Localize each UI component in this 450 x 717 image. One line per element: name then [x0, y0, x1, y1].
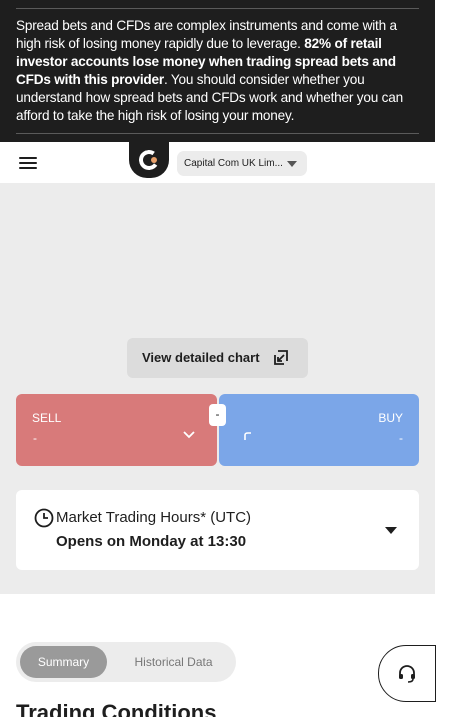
tab-historical-data[interactable]: Historical Data [121, 646, 226, 678]
entity-selector-label: Capital Com UK Lim... [184, 158, 283, 169]
risk-warning-banner: Spread bets and CFDs are complex instrum… [0, 0, 435, 142]
instrument-tabs: Summary Historical Data [16, 642, 236, 682]
sell-price: - [33, 431, 37, 445]
headset-icon [399, 665, 415, 683]
caret-down-icon [287, 161, 297, 167]
buy-button[interactable]: BUY - [219, 394, 419, 466]
market-hours-card[interactable]: Market Trading Hours* (UTC) Opens on Mon… [16, 490, 419, 570]
sell-label: SELL [32, 411, 62, 425]
buy-price: - [399, 431, 403, 445]
support-chat-button[interactable] [378, 645, 436, 702]
sell-button[interactable]: SELL - [16, 394, 217, 466]
buy-label: BUY [378, 411, 403, 425]
hamburger-menu-icon[interactable] [19, 156, 37, 170]
loading-spinner-icon [244, 432, 251, 440]
spread-badge: - [209, 404, 226, 426]
tab-summary[interactable]: Summary [20, 646, 107, 678]
view-detailed-chart-label: View detailed chart [142, 350, 260, 365]
market-hours-title: Market Trading Hours* (UTC) [56, 509, 252, 526]
risk-warning-text: Spread bets and CFDs are complex instrum… [16, 18, 403, 123]
caret-down-icon [385, 527, 397, 534]
view-detailed-chart-button[interactable]: View detailed chart [127, 338, 308, 378]
entity-selector[interactable]: Capital Com UK Lim... [177, 151, 307, 176]
expand-icon [274, 350, 288, 365]
capital-com-logo[interactable] [129, 142, 169, 178]
market-opens-status: Opens on Monday at 13:30 [56, 533, 247, 550]
divider [16, 133, 419, 134]
clock-icon [34, 508, 54, 528]
section-title: Trading Conditions [16, 700, 217, 717]
chevron-down-icon[interactable] [183, 431, 195, 439]
divider [16, 8, 419, 9]
page: Spread bets and CFDs are complex instrum… [0, 0, 435, 717]
